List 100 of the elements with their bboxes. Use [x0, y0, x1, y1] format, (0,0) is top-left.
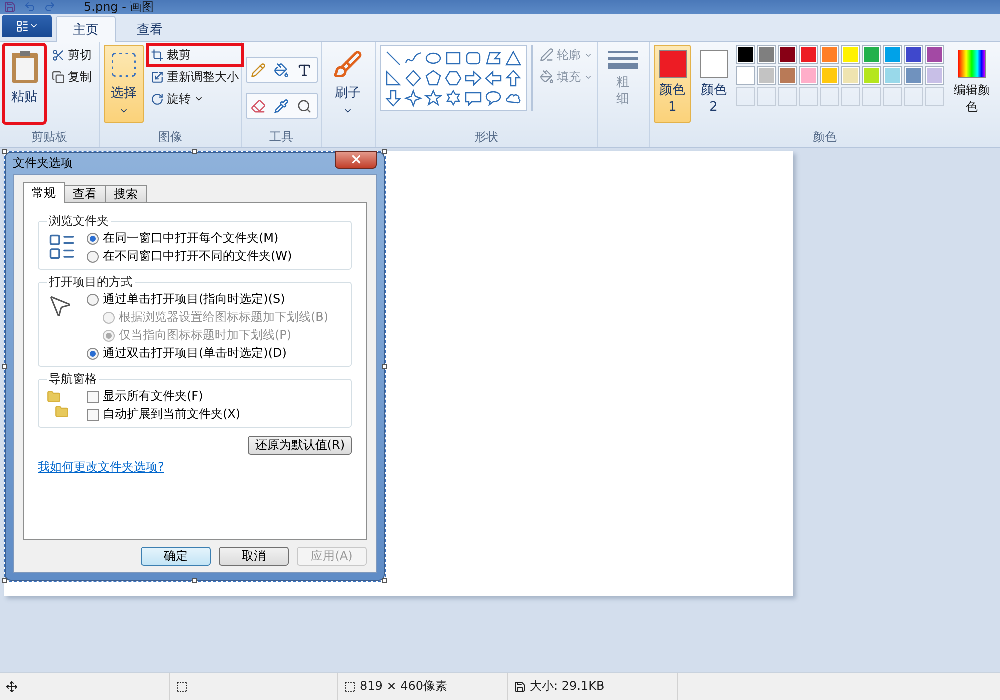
close-button[interactable] [335, 150, 377, 168]
group-title: 打开项目的方式 [48, 274, 134, 291]
radio-button[interactable] [87, 250, 99, 262]
empty-swatch[interactable] [904, 87, 924, 106]
selection-handle[interactable] [2, 364, 7, 368]
empty-swatch[interactable] [736, 87, 756, 106]
empty-swatch[interactable] [757, 87, 776, 106]
color-swatch[interactable] [757, 45, 776, 64]
crop-button[interactable]: 裁剪 [148, 45, 242, 65]
radio-option[interactable]: 在同一窗口中打开每个文件夹(M) [87, 230, 292, 247]
color-swatch[interactable] [883, 45, 902, 64]
group-title: 浏览文件夹 [48, 213, 110, 230]
color-swatch[interactable] [925, 66, 944, 85]
checkbox[interactable] [87, 408, 99, 420]
color-swatch[interactable] [841, 45, 860, 64]
radio-option[interactable]: 通过双击打开项目(单击时选定)(D) [87, 345, 329, 362]
folder-icon [55, 405, 69, 419]
color-swatch[interactable] [778, 66, 798, 85]
down-arrow-icon[interactable] [384, 89, 403, 108]
edit-colors-button[interactable]: 编辑颜色 [948, 45, 996, 123]
paint-bucket-icon [540, 70, 554, 84]
selection-handle[interactable] [382, 364, 387, 368]
color-swatch[interactable] [820, 45, 840, 64]
scrollbar[interactable] [531, 45, 533, 111]
rotate-button[interactable]: 旋转 [148, 89, 242, 109]
selection-icon [176, 680, 188, 692]
ribbon-tab[interactable]: 主页 [56, 16, 116, 42]
checkbox[interactable] [87, 390, 99, 402]
color-swatch[interactable] [883, 66, 902, 85]
color-swatch[interactable] [904, 66, 924, 85]
six-point-star-icon[interactable] [444, 89, 463, 108]
restore-defaults-button[interactable]: 还原为默认值(R) [248, 436, 352, 455]
color-swatch[interactable] [799, 66, 818, 85]
radio-button[interactable] [87, 348, 99, 360]
line-width-icon [608, 50, 638, 70]
copy-icon [52, 70, 65, 84]
diamond-icon[interactable] [404, 69, 423, 88]
radio-button[interactable] [87, 294, 99, 306]
ribbon-tab[interactable]: 查看 [120, 16, 180, 42]
app-menu-button[interactable] [2, 15, 52, 37]
selection-handle[interactable] [192, 149, 197, 154]
dialog-tab[interactable]: 常规 [23, 182, 65, 203]
hexagon-icon[interactable] [444, 69, 463, 88]
group-label: 形状 [474, 129, 498, 146]
color-swatch[interactable] [736, 66, 756, 85]
radio-button[interactable] [87, 232, 99, 244]
spectrum-icon [958, 50, 986, 78]
resize-button[interactable]: 重新调整大小 [148, 67, 242, 87]
empty-swatch[interactable] [925, 87, 944, 106]
right-triangle-icon[interactable] [384, 69, 403, 88]
empty-swatch[interactable] [820, 87, 840, 106]
checkbox-option[interactable]: 自动扩展到当前文件夹(X) [87, 406, 241, 423]
selection-handle[interactable] [192, 578, 197, 583]
oval-callout-icon[interactable] [484, 89, 503, 108]
color-swatch[interactable] [862, 66, 882, 85]
dialog-button[interactable]: 确定 [141, 547, 211, 566]
empty-swatch[interactable] [799, 87, 818, 106]
selection-handle[interactable] [382, 578, 387, 583]
color-swatch[interactable] [778, 45, 798, 64]
up-arrow-icon[interactable] [504, 69, 523, 88]
empty-swatch[interactable] [883, 87, 902, 106]
checkbox-option[interactable]: 显示所有文件夹(F) [87, 388, 241, 405]
empty-swatch[interactable] [862, 87, 882, 106]
color-swatch[interactable] [862, 45, 882, 64]
color-slot[interactable]: 颜色 1 [654, 45, 692, 123]
selection-handle[interactable] [382, 149, 387, 154]
image-dimensions: 819 × 460像素 [360, 678, 448, 695]
brushes-button[interactable]: 刷子 [326, 45, 370, 123]
help-link[interactable]: 我如何更改文件夹选项? [38, 460, 164, 474]
empty-swatch[interactable] [841, 87, 860, 106]
line-icon[interactable] [384, 49, 403, 68]
color-swatch[interactable] [925, 45, 944, 64]
paste-button[interactable]: 粘贴 [4, 45, 45, 123]
selection-handle[interactable] [2, 578, 7, 583]
four-point-star-icon[interactable] [404, 89, 423, 108]
cut-button[interactable]: 剪切 [49, 45, 95, 65]
color-slot[interactable]: 颜色 2 [695, 45, 732, 123]
dialog-tab[interactable]: 搜索 [105, 185, 147, 203]
rotate-icon [151, 92, 164, 106]
radio-option[interactable]: 通过单击打开项目(指向时选定)(S) [87, 291, 329, 308]
right-arrow-icon[interactable] [464, 69, 483, 88]
star-icon[interactable] [424, 89, 443, 108]
copy-button[interactable]: 复制 [49, 67, 95, 87]
selection-handle[interactable] [2, 149, 7, 154]
color-swatch[interactable] [841, 66, 860, 85]
group-label: 剪贴板 [32, 129, 68, 146]
select-button[interactable]: 选择 [104, 45, 144, 123]
color-swatch[interactable] [799, 45, 818, 64]
left-arrow-icon[interactable] [484, 69, 503, 88]
color-swatch[interactable] [757, 66, 776, 85]
radio-option[interactable]: 在不同窗口中打开不同的文件夹(W) [87, 248, 292, 265]
empty-swatch[interactable] [778, 87, 798, 106]
color-swatch[interactable] [736, 45, 756, 64]
scissors-icon [52, 48, 65, 62]
triangle-icon[interactable] [504, 49, 523, 68]
color-swatch[interactable] [904, 45, 924, 64]
color-swatch[interactable] [820, 66, 840, 85]
dialog-tab[interactable]: 查看 [64, 185, 106, 203]
dialog-button[interactable]: 取消 [219, 547, 289, 566]
pentagon-icon[interactable] [424, 69, 443, 88]
